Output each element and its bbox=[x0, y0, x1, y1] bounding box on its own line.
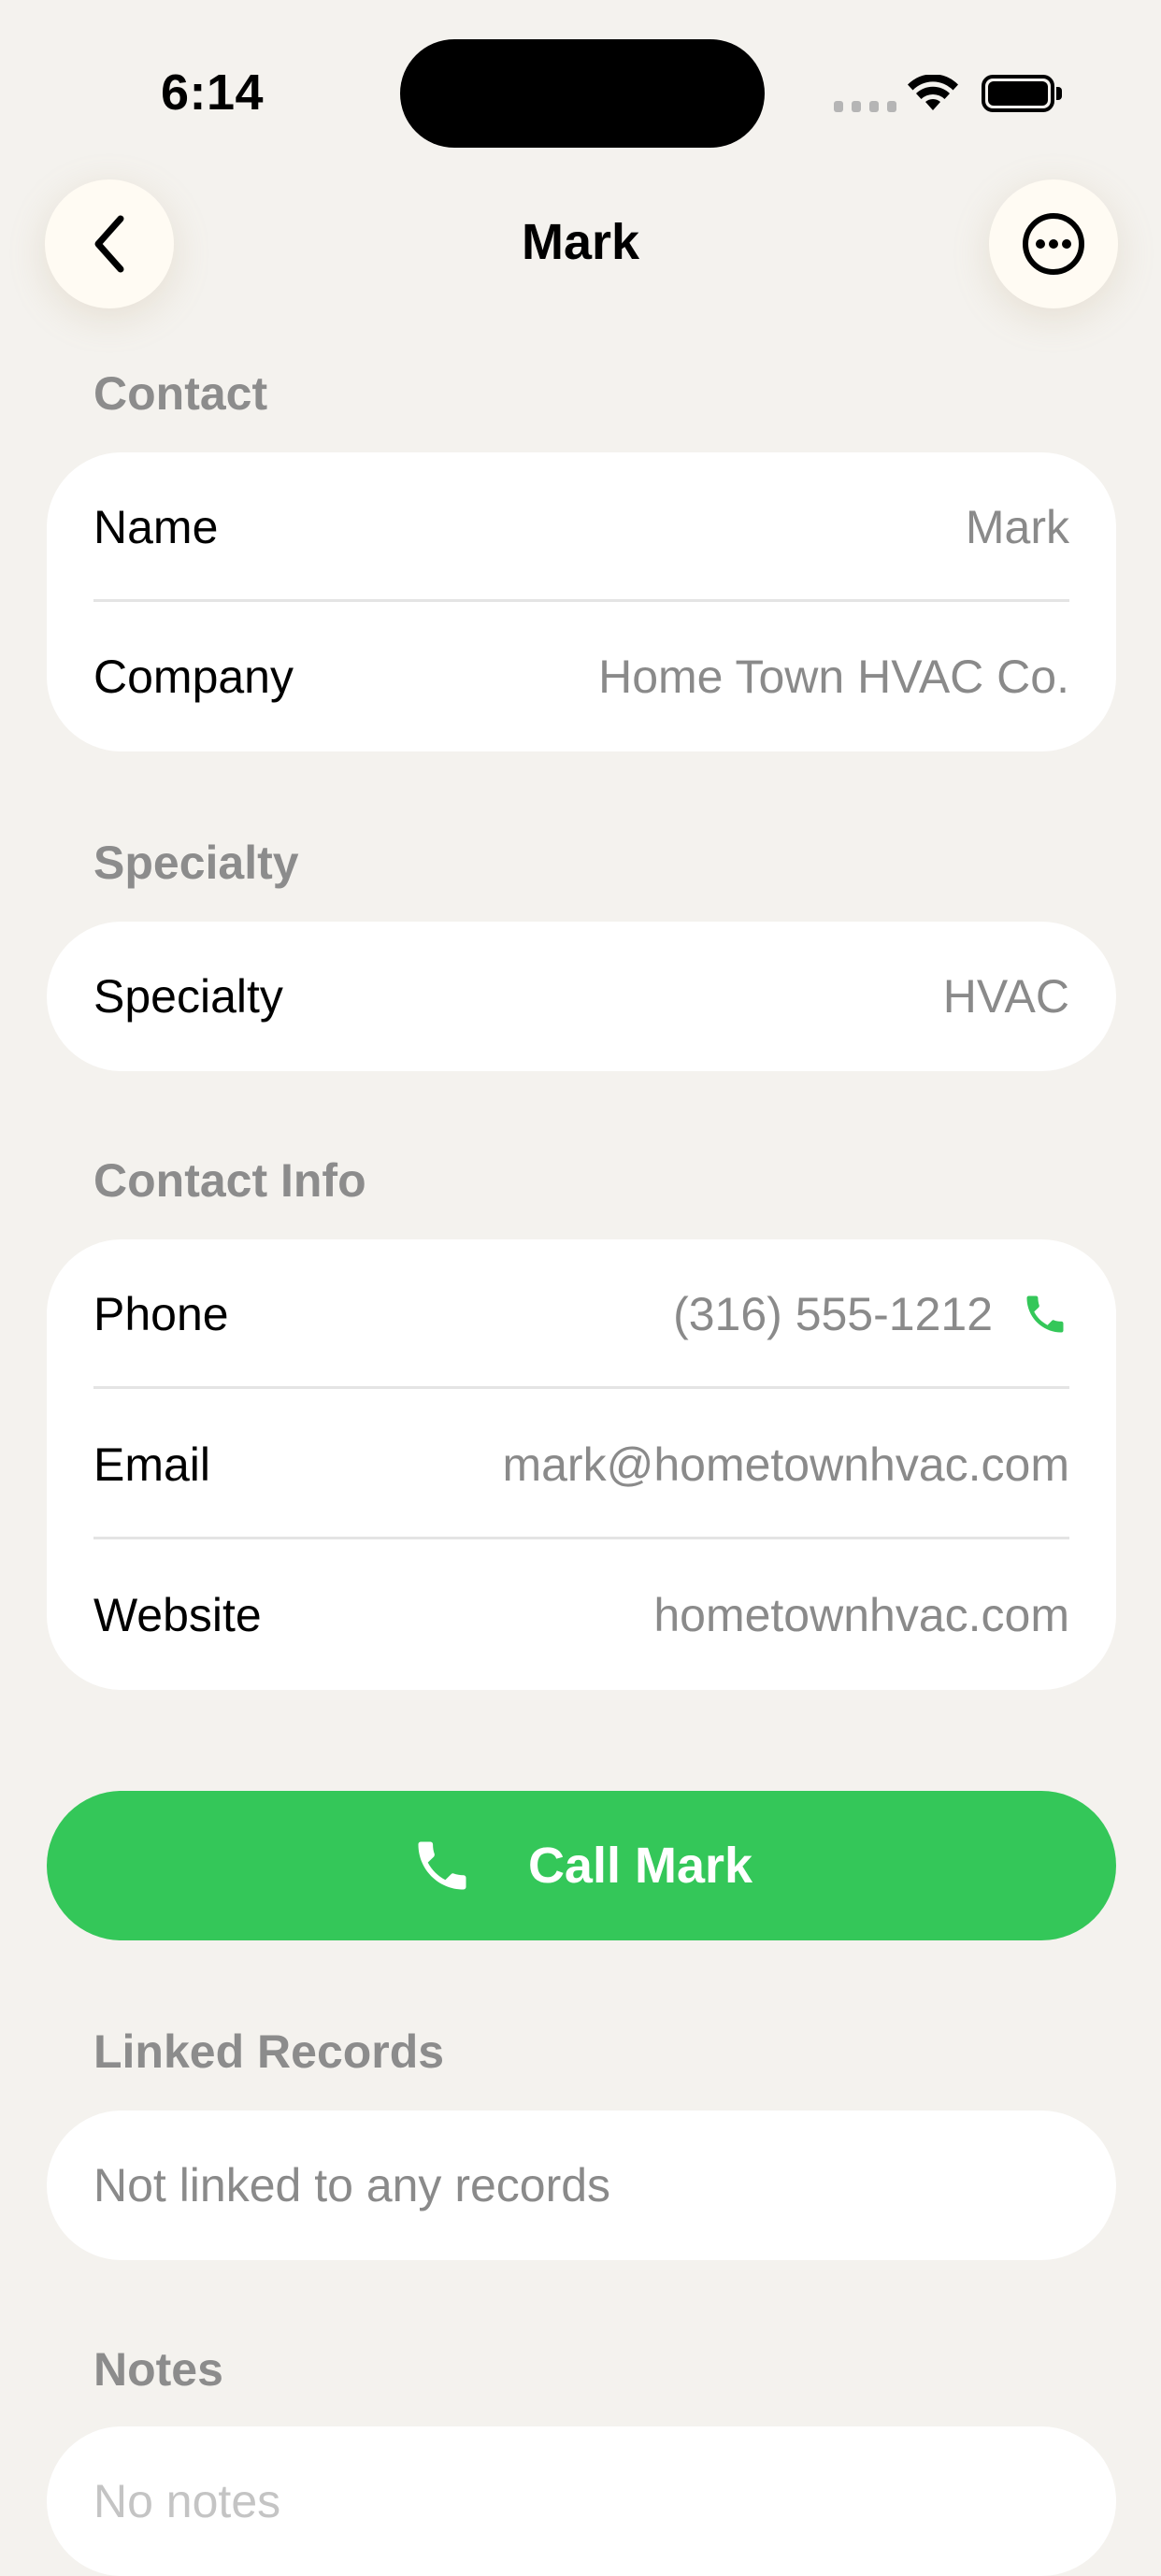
contact-section-header: Contact bbox=[93, 367, 268, 420]
specialty-value: HVAC bbox=[942, 970, 1069, 1023]
linked-records-section-header: Linked Records bbox=[93, 2025, 445, 2078]
company-value: Home Town HVAC Co. bbox=[598, 651, 1069, 703]
notes-placeholder: No notes bbox=[93, 2475, 281, 2527]
ellipsis-circle-icon bbox=[1023, 213, 1084, 275]
email-row[interactable]: Email mark@hometownhvac.com bbox=[93, 1390, 1069, 1539]
page-title: Mark bbox=[521, 214, 640, 270]
notes-row: No notes bbox=[93, 2426, 1069, 2576]
wifi-icon bbox=[907, 74, 959, 117]
more-options-button[interactable] bbox=[989, 179, 1118, 308]
battery-cap bbox=[1056, 87, 1062, 100]
website-value[interactable]: hometownhvac.com bbox=[653, 1588, 1069, 1642]
linked-records-row: Not linked to any records bbox=[93, 2111, 1069, 2260]
specialty-section-header: Specialty bbox=[93, 837, 299, 889]
notes-section-header: Notes bbox=[93, 2343, 223, 2396]
notes-card[interactable]: No notes bbox=[47, 2426, 1116, 2576]
website-label: Website bbox=[93, 1589, 262, 1641]
call-button[interactable]: Call Mark bbox=[47, 1791, 1116, 1940]
phone-icon[interactable] bbox=[1021, 1290, 1069, 1338]
name-value: Mark bbox=[965, 501, 1069, 553]
dynamic-island bbox=[400, 39, 765, 148]
website-row[interactable]: Website hometownhvac.com bbox=[93, 1540, 1069, 1690]
contact-info-card: Phone (316) 555-1212 Email mark@hometown… bbox=[47, 1239, 1116, 1690]
name-label: Name bbox=[93, 501, 219, 553]
linked-records-empty-text: Not linked to any records bbox=[93, 2159, 611, 2211]
specialty-card: Specialty HVAC bbox=[47, 922, 1116, 1071]
name-row[interactable]: Name Mark bbox=[93, 452, 1069, 602]
specialty-row[interactable]: Specialty HVAC bbox=[93, 922, 1069, 1071]
phone-value[interactable]: (316) 555-1212 bbox=[673, 1287, 993, 1341]
contact-info-section-header: Contact Info bbox=[93, 1154, 366, 1207]
phone-icon bbox=[418, 1841, 466, 1890]
email-value[interactable]: mark@hometownhvac.com bbox=[502, 1438, 1069, 1492]
company-row[interactable]: Company Home Town HVAC Co. bbox=[93, 602, 1069, 751]
phone-label: Phone bbox=[93, 1288, 229, 1340]
contact-card: Name Mark Company Home Town HVAC Co. bbox=[47, 452, 1116, 751]
status-time: 6:14 bbox=[161, 64, 265, 121]
call-button-label: Call Mark bbox=[527, 1838, 753, 1894]
company-label: Company bbox=[93, 651, 294, 703]
linked-records-card[interactable]: Not linked to any records bbox=[47, 2111, 1116, 2260]
phone-row[interactable]: Phone (316) 555-1212 bbox=[93, 1239, 1069, 1389]
specialty-label: Specialty bbox=[93, 970, 283, 1023]
email-label: Email bbox=[93, 1438, 211, 1491]
cellular-signal-icon bbox=[834, 101, 896, 112]
battery-icon bbox=[982, 75, 1054, 112]
